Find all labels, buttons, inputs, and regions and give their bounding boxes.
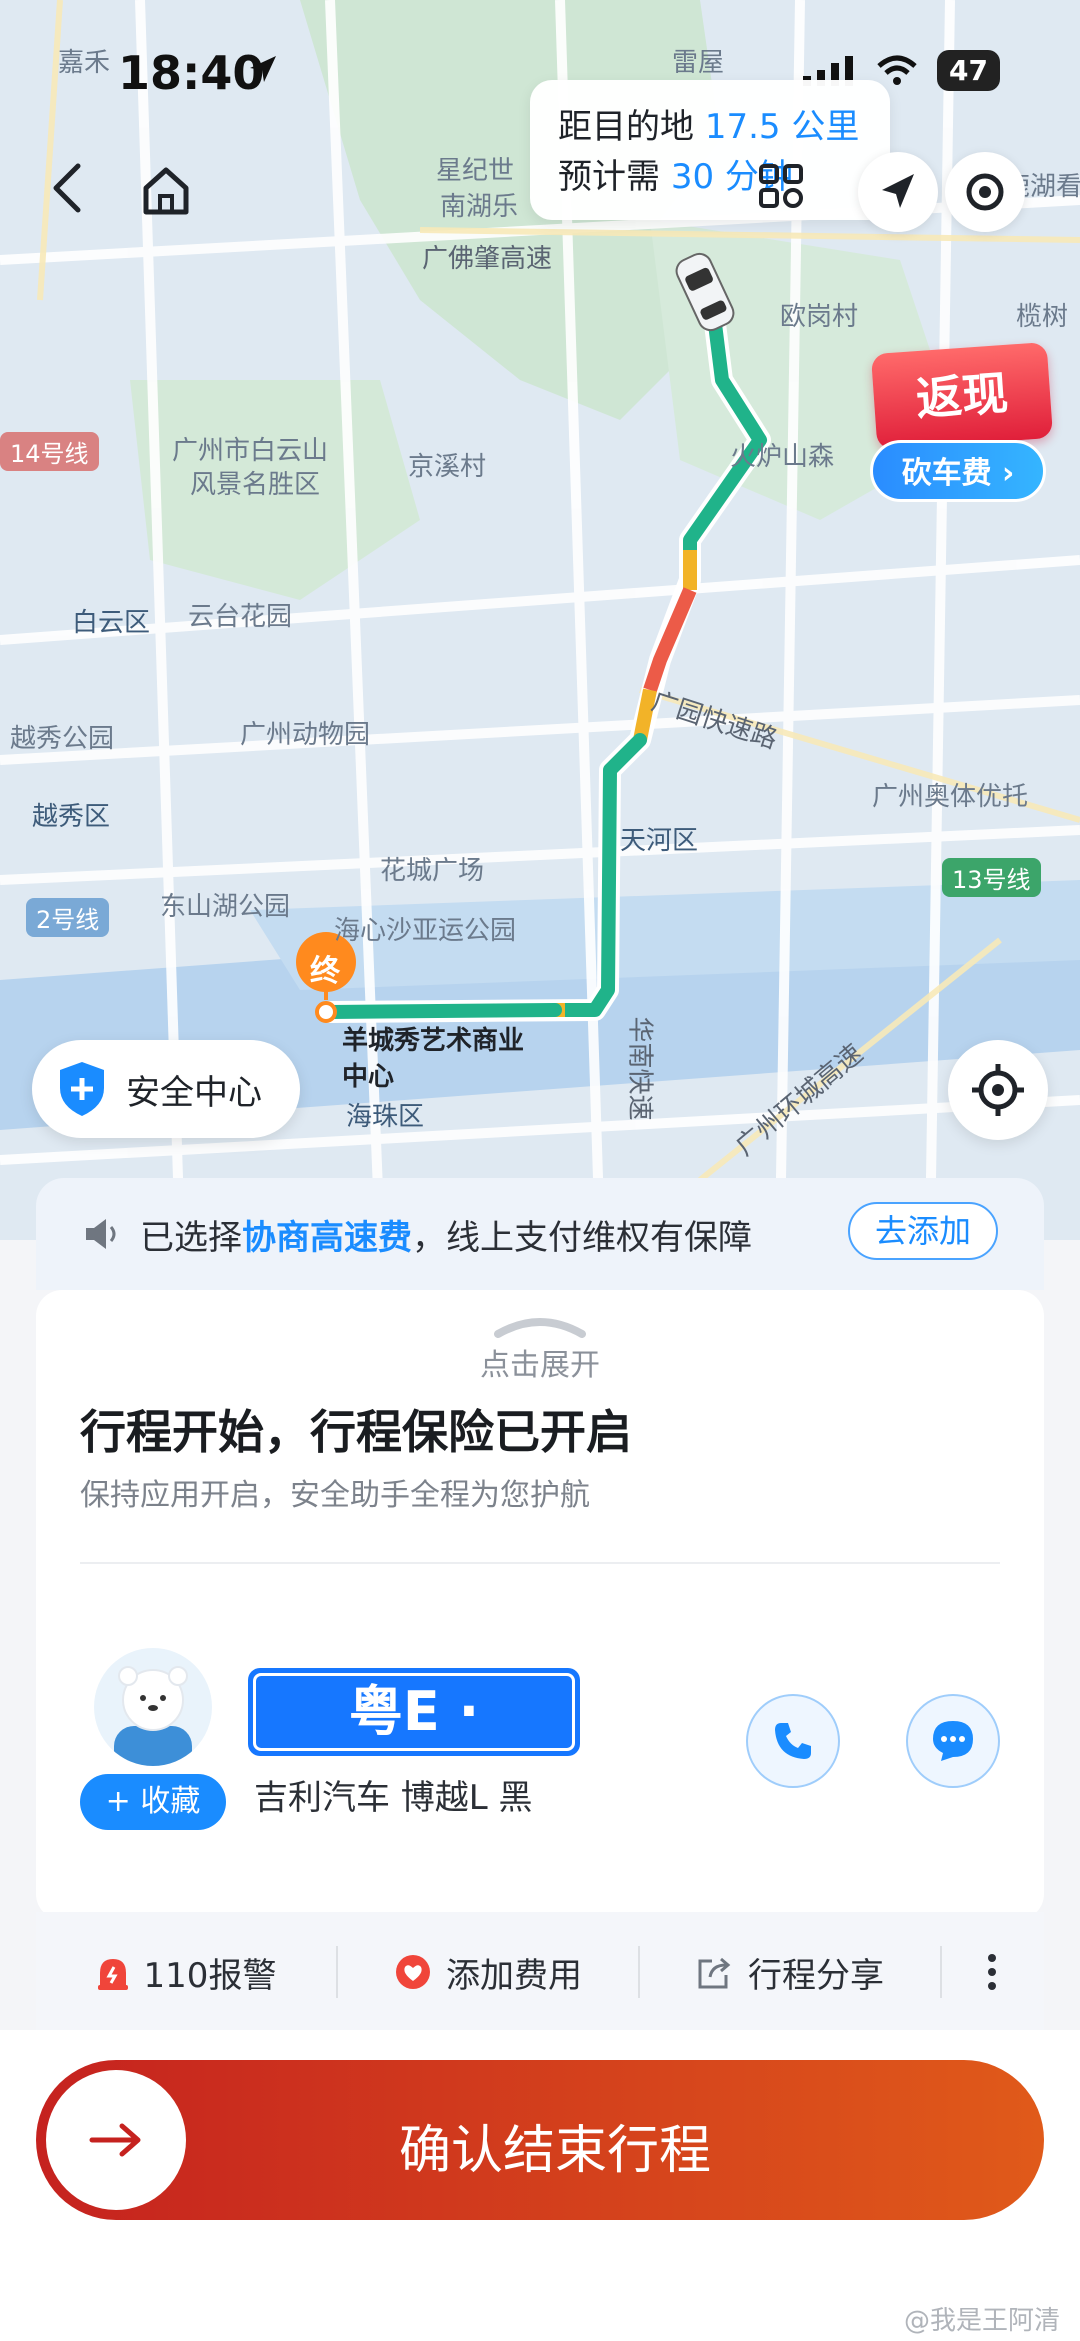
- cashback-promo[interactable]: 返现 砍车费 ›: [868, 341, 1054, 508]
- call-driver-button[interactable]: [746, 1694, 840, 1788]
- license-plate: 粤E · 9C83E: [248, 1668, 580, 1815]
- alarm-110-button[interactable]: 110报警: [36, 1948, 336, 1997]
- map-label: 海珠区: [346, 1102, 425, 1132]
- add-toll-button[interactable]: 去添加: [848, 1202, 998, 1260]
- destination-label: 羊城秀艺术商业: [342, 1026, 525, 1056]
- map-label: 雷屋: [672, 48, 725, 78]
- locate-button[interactable]: [948, 1040, 1048, 1140]
- map-label: 南湖乐: [440, 192, 519, 222]
- map-label: 嘉禾: [58, 48, 111, 78]
- location-arrow-icon: [250, 56, 276, 82]
- crosshair-icon: [972, 1064, 1024, 1116]
- scan-icon[interactable]: [757, 162, 805, 210]
- map-label: 广佛肇高速: [422, 244, 553, 274]
- share-label: 行程分享: [748, 1955, 884, 1996]
- map-label: 花城广场: [380, 856, 485, 886]
- shield-icon: [60, 1062, 104, 1116]
- map-label: 越秀公园: [10, 724, 115, 754]
- expand-handle-icon[interactable]: [490, 1312, 590, 1340]
- promo-tag: 返现: [870, 341, 1054, 451]
- navigation-icon: [882, 174, 914, 208]
- safety-center-button[interactable]: 安全中心: [32, 1040, 300, 1138]
- notice-prefix: 已选择: [140, 1217, 242, 1258]
- metro-label: 13号线: [942, 858, 1041, 897]
- distance-prefix: 距目的地: [558, 107, 705, 147]
- trip-status-subtitle: 保持应用开启，安全助手全程为您护航: [80, 1478, 590, 1513]
- safety-center-label: 安全中心: [126, 1072, 262, 1113]
- divider: [80, 1562, 1000, 1564]
- back-button[interactable]: [48, 160, 88, 216]
- more-button[interactable]: [942, 1952, 1042, 1992]
- toll-notice-text: 已选择协商高速费，线上支付维权有保障: [140, 1210, 752, 1259]
- bear-avatar-icon: [114, 1666, 192, 1766]
- map-label: 越秀区: [32, 802, 111, 832]
- trip-action-bar: 110报警 添加费用 行程分享: [36, 1912, 1044, 2032]
- map-label: 风景名胜区: [190, 470, 321, 500]
- map-label: 广州市白云山: [172, 436, 329, 466]
- notice-suffix: ，线上支付维权有保障: [412, 1217, 752, 1258]
- phone-icon: [775, 1723, 811, 1759]
- trip-info-card: 距目的地 17.5 公里 预计需 30 分钟: [530, 80, 890, 220]
- map-label: 白云区: [72, 608, 151, 638]
- map-label: 星纪世: [436, 156, 515, 186]
- speaker-icon: [86, 1219, 116, 1249]
- map-label: 东山湖公园: [160, 892, 291, 922]
- car-description: 吉利汽车 博越L 黑: [254, 1778, 533, 1818]
- map-label: 天河区: [620, 826, 699, 856]
- navigation-button[interactable]: [858, 152, 938, 232]
- watermark: @我是王阿清: [903, 2306, 1060, 2336]
- favorite-driver-button[interactable]: + 收藏: [80, 1774, 226, 1830]
- map-label: 火炉山森: [730, 442, 835, 472]
- alarm-icon: [97, 1959, 128, 1990]
- metro-label: 14号线: [0, 432, 99, 471]
- add-fee-label: 添加费用: [446, 1955, 582, 1996]
- map-label: 海心沙亚运公园: [334, 916, 517, 946]
- map-label: 欧岗村: [780, 302, 859, 332]
- distance-value: 17.5 公里: [704, 107, 860, 147]
- location-target-button[interactable]: [945, 152, 1025, 232]
- add-fee-button[interactable]: 添加费用: [338, 1948, 638, 1997]
- metro-label: 2号线: [26, 898, 110, 937]
- expand-label[interactable]: 点击展开: [0, 1340, 1080, 1384]
- map-label: 京溪村: [408, 452, 487, 482]
- driver-avatar[interactable]: [94, 1648, 212, 1766]
- trip-status-title: 行程开始，行程保险已开启: [80, 1405, 632, 1459]
- map-label: 云台花园: [188, 602, 293, 632]
- message-driver-button[interactable]: [906, 1694, 1000, 1788]
- destination-label: 中心: [342, 1062, 395, 1092]
- eta-prefix: 预计需: [558, 157, 671, 197]
- map-label: 广州奥体优托: [872, 782, 1029, 812]
- map-label: 广州动物园: [240, 720, 371, 750]
- toll-notice-bar: 已选择协商高速费，线上支付维权有保障 去添加: [36, 1178, 1044, 1290]
- battery-indicator: 47: [937, 50, 1000, 91]
- home-button[interactable]: [138, 162, 194, 218]
- eta-row: 预计需 30 分钟: [558, 152, 862, 202]
- destination-marker: 终: [310, 954, 340, 989]
- promo-pill: 砍车费 ›: [870, 440, 1046, 502]
- alarm-label: 110报警: [143, 1955, 277, 1996]
- target-icon: [966, 173, 1004, 211]
- more-vertical-icon: [988, 1954, 996, 1990]
- map-label: 榄树: [1016, 302, 1069, 332]
- license-plate-text: 粤E · 9C83E: [253, 1673, 575, 1815]
- status-time: 18:40: [118, 46, 265, 100]
- share-icon: [698, 1957, 731, 1989]
- chat-icon: [933, 1721, 973, 1761]
- distance-row: 距目的地 17.5 公里: [558, 102, 862, 152]
- share-trip-button[interactable]: 行程分享: [640, 1948, 940, 1997]
- notice-highlight: 协商高速费: [242, 1217, 412, 1258]
- confirm-end-trip-label: 确认结束行程: [398, 2121, 711, 2181]
- fee-icon: [396, 1955, 430, 1989]
- wifi-icon: [877, 55, 917, 85]
- map-label: 华南快速: [624, 1016, 655, 1121]
